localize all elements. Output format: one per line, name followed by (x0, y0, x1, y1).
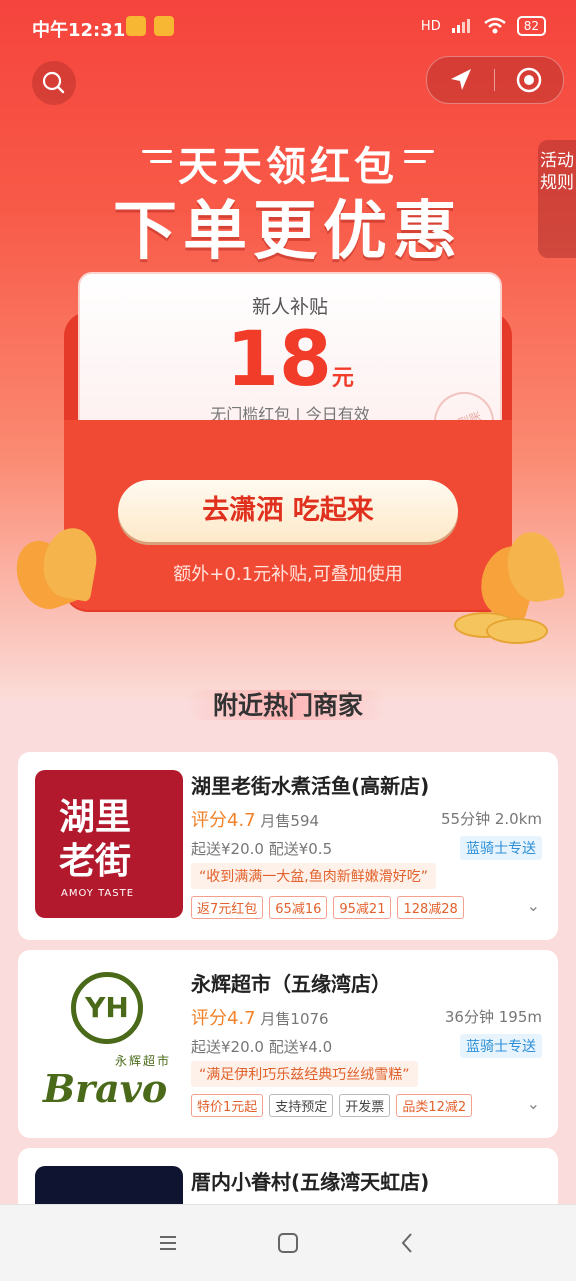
promo-tag: 65减16 (269, 896, 328, 919)
logo-text: 湖里 (59, 797, 132, 838)
rider-badge: 蓝骑士专送 (460, 836, 542, 860)
logo-text: 老街 (59, 841, 132, 882)
promo-tag: 返7元红包 (191, 896, 264, 919)
shop-name: 永辉超市（五缘湾店） (191, 972, 391, 996)
service-tag: 支持预定 (269, 1094, 334, 1117)
shop-logo: YH 永辉超市 Bravo (35, 968, 183, 1116)
close-miniprogram-button[interactable] (495, 57, 563, 103)
shop-sales: 月售1076 (260, 1010, 329, 1028)
shop-promo-tags: 特价1元起 支持预定 开发票 品类12减2 (191, 1094, 473, 1117)
logo-text: Bravo (43, 1066, 168, 1111)
promo-tag: 特价1元起 (191, 1094, 264, 1117)
back-icon[interactable] (396, 1231, 420, 1255)
service-tag: 开发票 (339, 1094, 391, 1117)
shop-eta: 36分钟 195m (444, 1008, 542, 1026)
shop-card[interactable]: 湖里 老街 AMOY TASTE 湖里老街水煮活鱼(高新店) 评分4.7 月售5… (18, 752, 558, 940)
banner-subtitle: 下单更优惠 (113, 195, 463, 269)
section-title: 附近热门商家 (212, 691, 363, 720)
shop-name: 湖里老街水煮活鱼(高新店) (191, 774, 430, 798)
menu-icon[interactable] (156, 1231, 180, 1255)
signal-icon (451, 19, 470, 33)
promo-tag: 95减21 (333, 896, 392, 919)
shop-review-quote: “收到满满一大盆,鱼肉新鲜嫩滑好吃” (191, 863, 436, 889)
shop-delivery-fee: 起送¥20.0 配送¥0.5 (191, 840, 333, 858)
shop-eta: 55分钟 2.0km (440, 810, 542, 828)
home-icon[interactable] (276, 1231, 300, 1255)
shop-rating: 评分4.7 (191, 810, 256, 831)
location-arrow-icon (451, 69, 471, 90)
coupon-amount: 18 (226, 314, 332, 403)
battery-indicator: 82 (516, 16, 546, 36)
coupon-unit: 元 (331, 366, 354, 391)
shop-review-quote: “满足伊利巧乐兹经典巧丝绒雪糕” (191, 1061, 418, 1087)
top-right-capsule (426, 56, 564, 104)
shop-sales: 月售594 (260, 812, 320, 830)
claim-cta-button[interactable]: 去潇洒 吃起来 (118, 480, 458, 542)
expand-chevron-icon[interactable]: ⌄ (527, 1094, 540, 1113)
status-bar: 中午12:31 HD 82 (0, 0, 576, 56)
search-button[interactable] (32, 61, 76, 105)
shop-logo: 湖里 老街 AMOY TASTE (35, 770, 183, 918)
shop-name: 厝内小眷村(五缘湾天虹店) (191, 1170, 430, 1194)
notification-icon (154, 16, 174, 36)
promo-tag: 128减28 (397, 896, 464, 919)
shop-rating-row: 评分4.7 月售594 (191, 806, 319, 832)
system-indicators: HD 82 (421, 16, 546, 36)
coin-decoration (486, 618, 548, 644)
target-icon (516, 67, 542, 93)
promo-tag: 品类12减2 (396, 1094, 473, 1117)
shop-rating-row: 评分4.7 月售1076 (191, 1004, 329, 1030)
expand-chevron-icon[interactable]: ⌄ (527, 896, 540, 915)
wifi-icon (483, 17, 506, 34)
network-label: HD (420, 18, 441, 34)
logo-text: YH (71, 972, 143, 1044)
rider-badge: 蓝骑士专送 (460, 1034, 542, 1058)
search-icon (42, 71, 65, 94)
notification-icon (126, 16, 146, 36)
shop-delivery-fee: 起送¥20.0 配送¥4.0 (191, 1038, 333, 1056)
status-time: 中午12:31 (32, 20, 126, 41)
system-nav-bar (0, 1204, 576, 1281)
logo-subtext: AMOY TASTE (61, 888, 135, 899)
location-button[interactable] (427, 57, 495, 103)
shop-card[interactable]: YH 永辉超市 Bravo 永辉超市（五缘湾店） 评分4.7 月售1076 36… (18, 950, 558, 1138)
shop-promo-tags: 返7元红包 65减16 95减21 128减28 (191, 896, 464, 919)
shop-rating: 评分4.7 (191, 1008, 256, 1029)
